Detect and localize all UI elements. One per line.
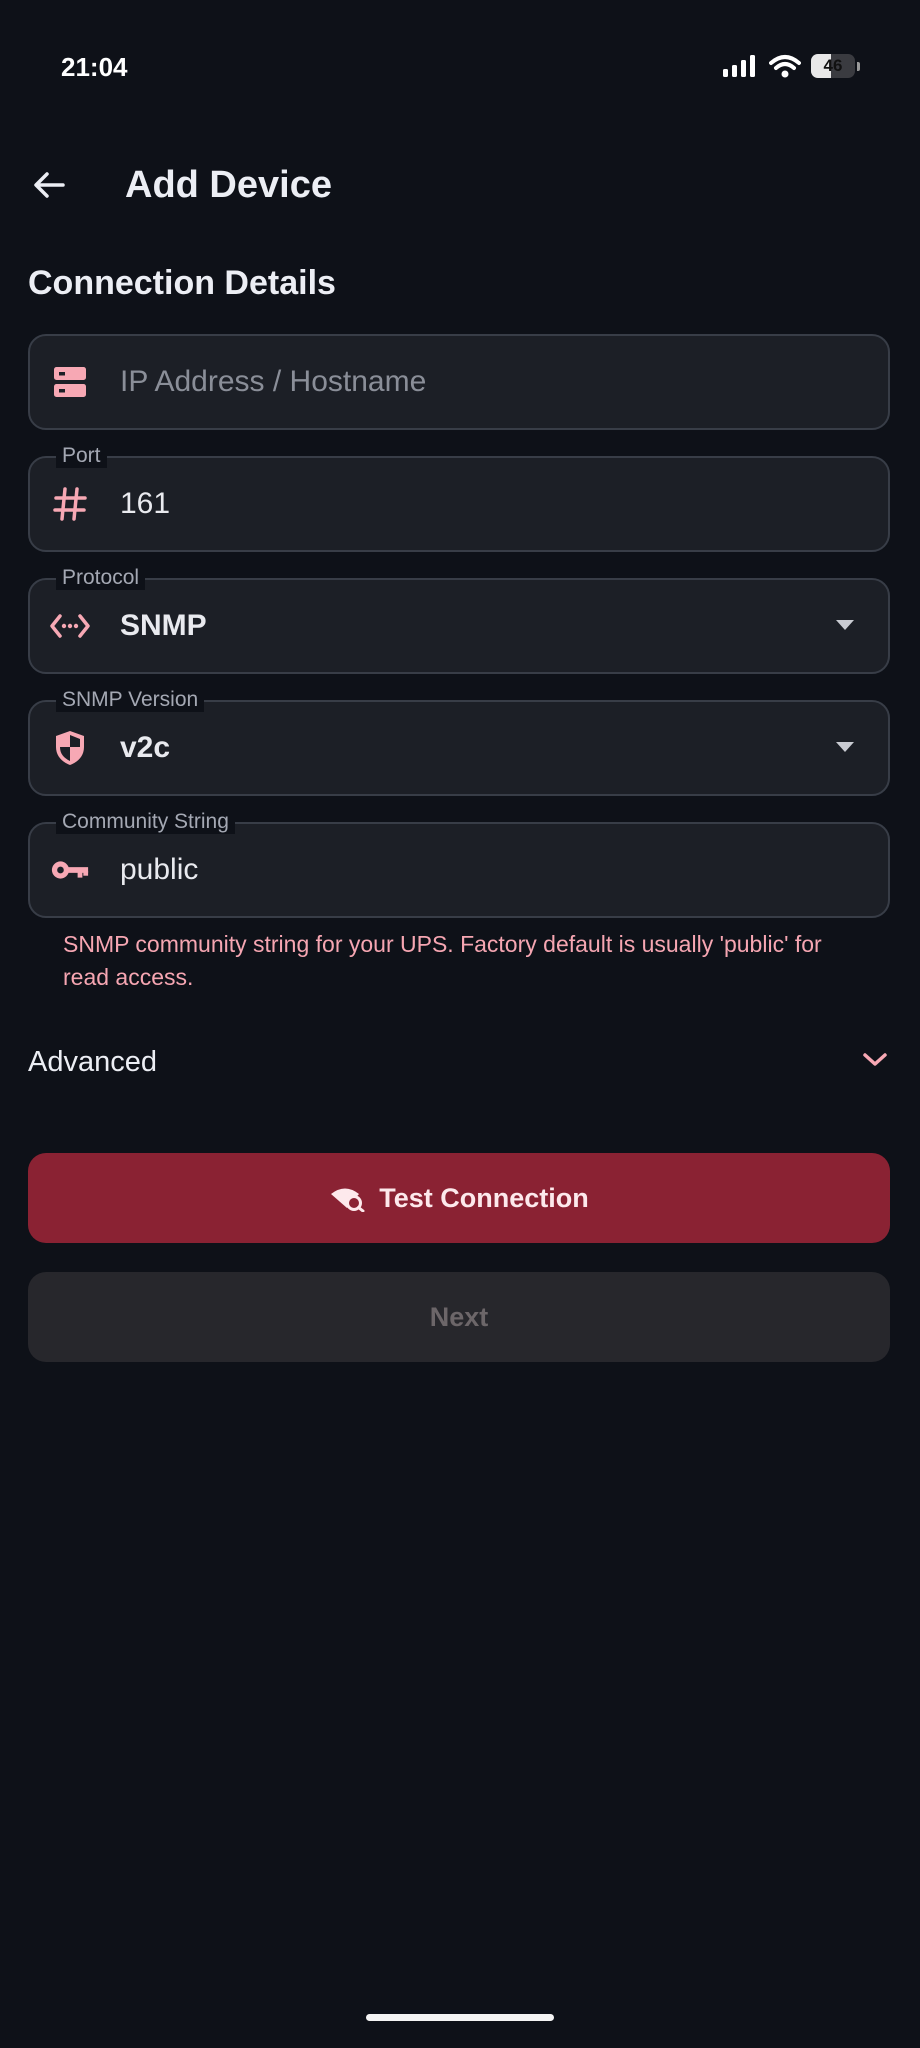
- next-label: Next: [429, 1301, 489, 1332]
- hash-icon: [50, 484, 90, 524]
- protocol-value: SNMP: [120, 609, 207, 642]
- dropdown-caret-icon: [836, 742, 854, 752]
- battery-tip: [857, 61, 860, 71]
- test-connection-button[interactable]: Test Connection: [28, 1153, 890, 1243]
- community-string-label: Community String: [56, 810, 235, 834]
- protocol-select[interactable]: Protocol SNMP: [28, 566, 890, 674]
- snmp-version-select[interactable]: SNMP Version v2c: [28, 688, 890, 796]
- shield-icon: [50, 728, 90, 768]
- snmp-version-value: v2c: [120, 731, 171, 764]
- port-label: Port: [56, 444, 107, 468]
- port-input-value: 161: [120, 487, 171, 520]
- dropdown-caret-icon: [836, 620, 854, 630]
- community-string-value: public: [120, 853, 199, 886]
- arrow-left-icon: [34, 172, 65, 198]
- community-helper-text: SNMP community string for your UPS. Fact…: [63, 931, 822, 990]
- status-icons: 46: [723, 54, 860, 78]
- snmp-version-label: SNMP Version: [56, 688, 205, 712]
- back-button[interactable]: [26, 162, 72, 208]
- test-connection-label: Test Connection: [379, 1182, 589, 1213]
- page-title: Add Device: [125, 164, 332, 206]
- key-icon: [50, 850, 90, 890]
- protocol-label: Protocol: [56, 566, 146, 590]
- advanced-toggle[interactable]: Advanced: [28, 1040, 890, 1100]
- battery-icon: 46: [811, 54, 855, 78]
- advanced-label: Advanced: [28, 1046, 157, 1078]
- chevron-down-icon: [863, 1053, 887, 1066]
- section-title: Connection Details: [28, 264, 336, 302]
- next-button[interactable]: Next: [28, 1272, 890, 1362]
- code-arrows-icon: [50, 606, 90, 646]
- app-bar: Add Device: [0, 148, 920, 222]
- status-bar: 21:04 46: [0, 0, 920, 130]
- signal-icon: [723, 55, 755, 77]
- wifi-icon: [769, 55, 801, 78]
- network-check-icon: [331, 1188, 365, 1212]
- host-input-placeholder: IP Address / Hostname: [120, 365, 427, 398]
- port-field[interactable]: Port 161: [28, 444, 890, 552]
- battery-level: 46: [823, 56, 843, 75]
- home-indicator[interactable]: [366, 2014, 554, 2021]
- community-string-field[interactable]: Community String public: [28, 810, 890, 918]
- server-icon: [50, 362, 90, 402]
- host-field[interactable]: IP Address / Hostname: [28, 334, 890, 430]
- status-time: 21:04: [61, 52, 128, 82]
